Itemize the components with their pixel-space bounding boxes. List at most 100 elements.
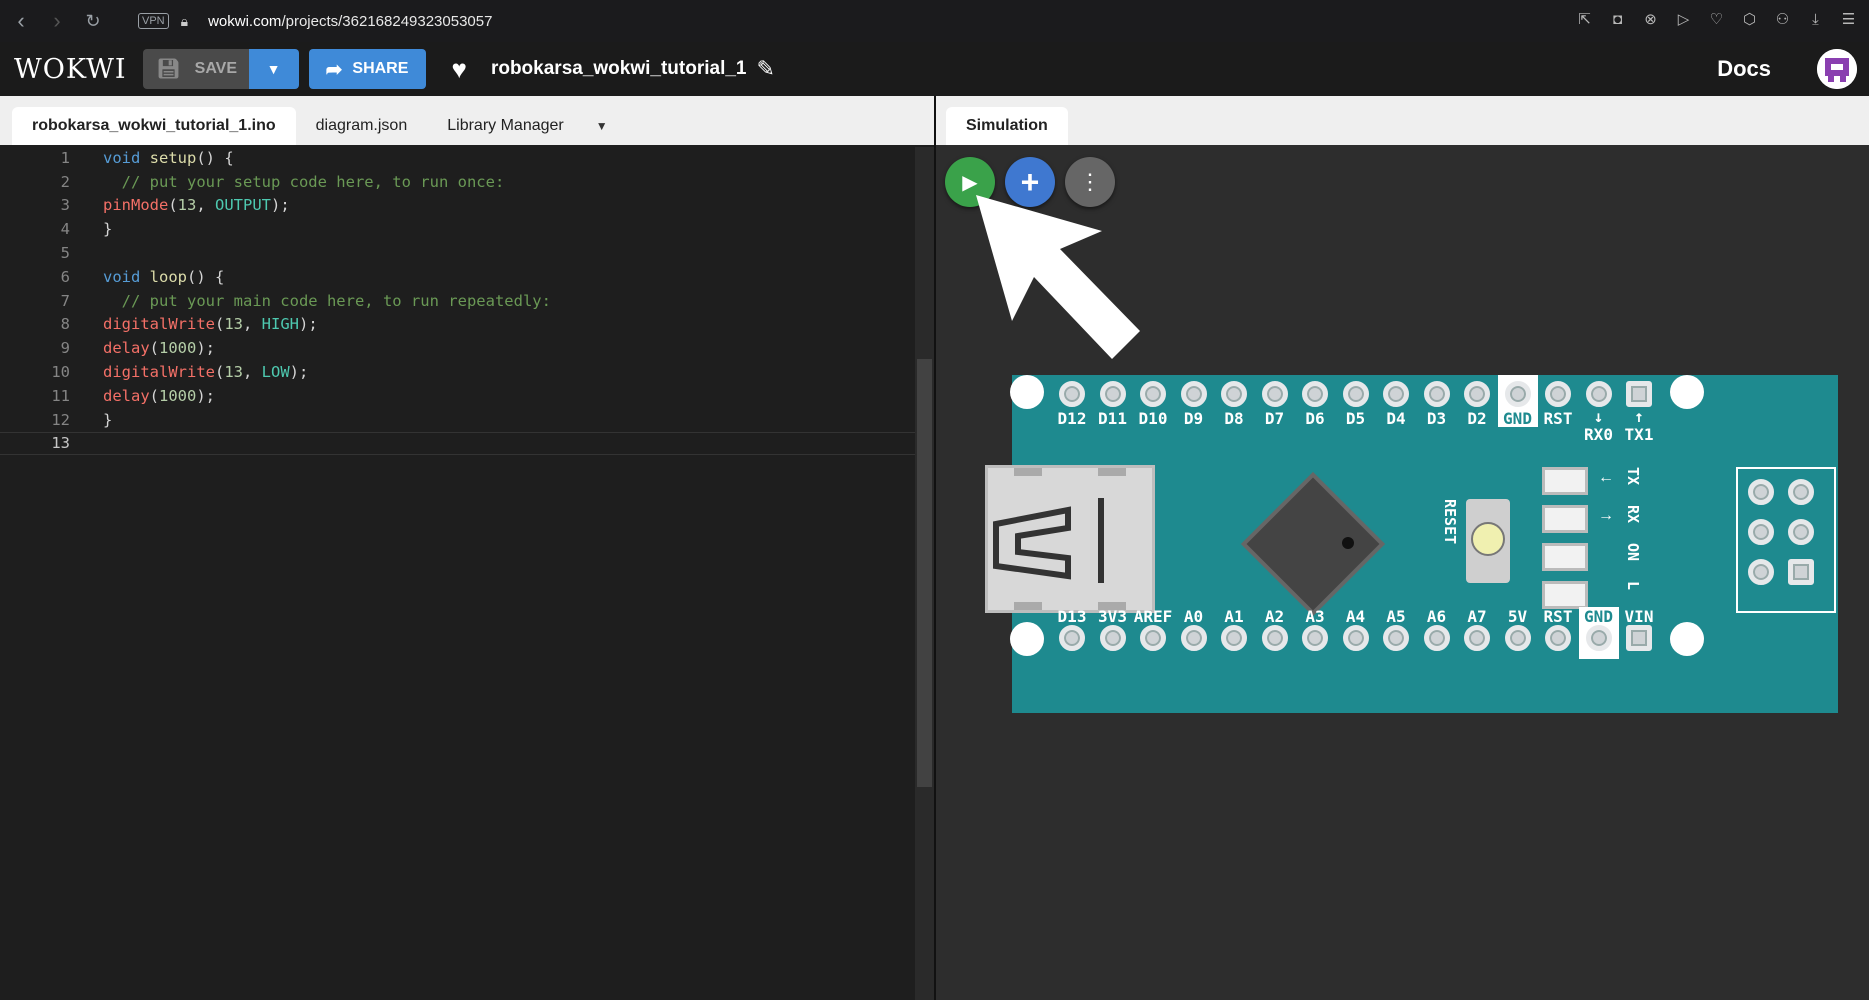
code-line[interactable]: 12} [0,408,934,432]
code-text: delay(1000); [103,339,215,357]
avatar[interactable] [1817,49,1857,89]
pin-rst[interactable] [1545,381,1571,407]
pin-rst[interactable] [1545,625,1571,651]
pin-d9[interactable] [1180,381,1207,407]
back-icon[interactable]: ‹ [6,6,36,36]
arduino-nano-board[interactable]: RESET ← → TX RX ON L D12 D11 D10 D9 D8 D7 D6 D5… [985,375,1838,713]
adblock-icon[interactable]: ⊗ [1640,8,1661,30]
pin-a4[interactable] [1342,625,1369,651]
mounting-hole [1670,622,1704,656]
code-token: digitalWrite [103,315,215,334]
camera-icon[interactable]: ◘ [1607,8,1628,30]
pin-rx0[interactable] [1585,381,1612,407]
wokwi-logo[interactable]: WOKWI [14,54,127,85]
pin-a2[interactable] [1261,625,1288,651]
icsp-pin[interactable] [1748,559,1774,585]
pin-gnd[interactable] [1585,625,1612,651]
line-number: 2 [60,172,70,191]
pin-gnd[interactable] [1504,381,1531,407]
favorites-icon[interactable]: ♡ [1706,8,1727,30]
tab-ino-file[interactable]: robokarsa_wokwi_tutorial_1.ino [12,107,296,145]
pin-5v[interactable] [1504,625,1531,651]
docs-link[interactable]: Docs [1717,56,1771,82]
code-token: ( [214,363,225,382]
address-bar[interactable]: wokwi.com/projects/362168249323053057 [208,13,492,30]
code-line[interactable]: 7 // put your main code here, to run rep… [0,289,934,313]
profile-icon[interactable]: ⚇ [1772,8,1793,30]
vpn-badge[interactable]: VPN [138,13,169,29]
share-button[interactable]: ➦ SHARE [308,49,426,89]
pin-d5[interactable] [1342,381,1369,407]
icsp-pin[interactable] [1748,519,1774,545]
pin-d6[interactable] [1302,381,1328,407]
code-token: ); [196,339,216,358]
code-line[interactable]: 5 [0,241,934,265]
reload-icon[interactable]: ↻ [78,6,108,36]
code-text: // put your main code here, to run repea… [103,292,551,310]
tabs-more-icon[interactable]: ▼ [596,107,608,145]
save-button[interactable]: 💾︎ SAVE [142,49,249,89]
line-number: 6 [60,267,70,286]
simulation-tabbar: Simulation [936,96,1869,145]
box-icon[interactable]: ⬡ [1739,8,1760,30]
icsp-pin[interactable] [1788,559,1814,585]
code-line[interactable]: 3 pinMode(13, OUTPUT); [0,194,934,218]
pin-aref[interactable] [1140,625,1166,651]
code-token: void [103,148,141,167]
pin-a3[interactable] [1302,625,1328,651]
usb-port-icon [993,464,1126,614]
share-page-icon[interactable]: ⇱ [1574,8,1595,30]
project-title[interactable]: robokarsa_wokwi_tutorial_1 [491,58,747,80]
code-token: 1000 [159,339,197,358]
code-token: 1000 [159,386,197,405]
download-icon[interactable]: ⤓ [1805,8,1826,30]
led-label-tx: TX [1624,467,1642,486]
reset-button-cap[interactable] [1471,522,1505,556]
pin-d10[interactable] [1140,381,1166,407]
code-line[interactable]: 11 delay(1000); [0,384,934,408]
pin-a1[interactable] [1221,625,1247,651]
cursor-arrow-icon [976,195,1140,359]
pin-a6[interactable] [1423,625,1450,651]
code-line[interactable]: 6 void loop() { [0,265,934,289]
mounting-hole [1010,622,1044,656]
pencil-icon[interactable]: ✎ [757,56,775,82]
pin-d13[interactable] [1059,625,1085,651]
menu-icon[interactable]: ☰ [1838,8,1859,30]
pin-a0[interactable] [1180,625,1207,651]
code-line[interactable]: 2 // put your setup code here, to run on… [0,170,934,194]
send-icon[interactable]: ▷ [1673,8,1694,30]
save-dropdown-button[interactable]: ▼ [248,49,299,89]
code-line[interactable]: 4} [0,217,934,241]
reset-button[interactable] [1466,499,1510,583]
code-token: ); [289,363,309,382]
pin-d4[interactable] [1383,381,1409,407]
like-heart-icon[interactable]: ♥ [452,54,467,85]
icsp-pin[interactable] [1788,519,1814,545]
forward-icon[interactable]: › [42,6,72,36]
tab-simulation[interactable]: Simulation [946,107,1068,145]
code-line[interactable]: 9 delay(1000); [0,336,934,360]
pin-a5[interactable] [1383,625,1409,651]
code-editor[interactable]: 1 void setup() {2 // put your setup code … [0,145,934,456]
pin-tx1[interactable] [1626,381,1652,407]
code-line[interactable]: 13 [0,431,934,456]
pin-d8[interactable] [1221,381,1247,407]
tab-library-manager[interactable]: Library Manager [427,107,584,145]
editor-scrollbar[interactable] [915,147,934,1000]
code-line[interactable]: 1 void setup() { [0,146,934,170]
pin-a7[interactable] [1464,625,1490,651]
pin-3v3[interactable] [1099,625,1126,651]
lock-icon[interactable]: 🔒︎ [181,13,188,30]
code-line[interactable]: 10 digitalWrite(13, LOW); [0,360,934,384]
line-number: 12 [51,410,70,429]
pin-vin[interactable] [1626,625,1652,651]
icsp-pin[interactable] [1748,479,1774,505]
scrollbar-thumb[interactable] [917,359,932,787]
pin-d3[interactable] [1423,381,1450,407]
tab-diagram-json[interactable]: diagram.json [296,107,428,145]
icsp-pin[interactable] [1788,479,1814,505]
pin-d7[interactable] [1261,381,1288,407]
pin-d2[interactable] [1464,381,1490,407]
code-line[interactable]: 8 digitalWrite(13, HIGH); [0,313,934,337]
